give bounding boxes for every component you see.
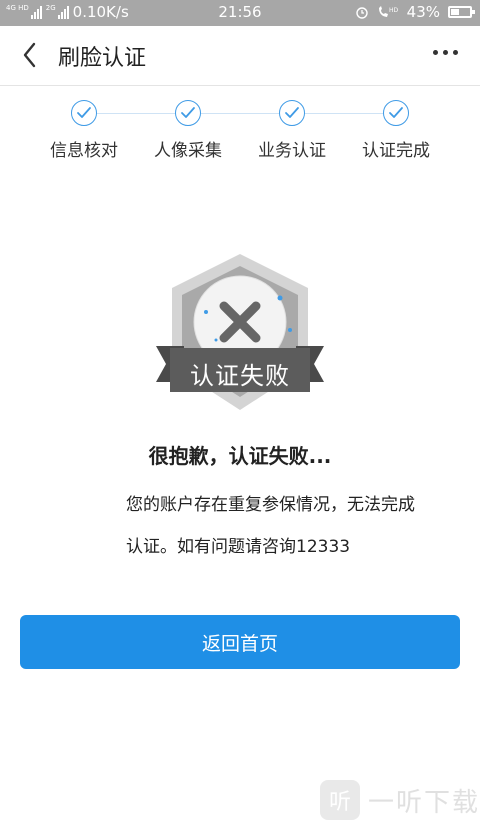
step-label: 人像采集	[154, 141, 222, 161]
chevron-left-icon	[23, 42, 36, 68]
watermark-text: 一听下载	[368, 787, 480, 818]
return-home-button[interactable]: 返回首页	[20, 615, 460, 669]
watermark: 听 一听下载	[320, 775, 480, 825]
check-icon	[71, 100, 97, 126]
step-item: 人像采集	[136, 98, 240, 161]
result-description: 您的账户存在重复参保情况，无法完成认证。如有问题请咨询12333	[126, 495, 415, 557]
more-horizontal-icon	[433, 50, 438, 55]
back-button[interactable]	[14, 38, 48, 72]
step-item: 业务认证	[240, 98, 344, 161]
nav-bar: 刷脸认证	[0, 26, 480, 86]
progress-steps: 信息核对 人像采集 业务认证 认证完成	[0, 98, 480, 168]
battery-icon	[448, 6, 475, 18]
battery-percent: 43%	[406, 3, 440, 21]
more-button[interactable]	[433, 50, 458, 55]
step-label: 业务认证	[258, 141, 326, 161]
check-icon	[279, 100, 305, 126]
step-label: 信息核对	[50, 141, 118, 161]
failure-badge: 认证失败	[140, 252, 340, 414]
result-title: 很抱歉，认证失败...	[148, 444, 332, 468]
check-icon	[175, 100, 201, 126]
page-title: 刷脸认证	[58, 46, 147, 71]
badge-label: 认证失败	[190, 362, 290, 390]
alarm-icon	[355, 7, 368, 19]
watermark-logo: 听	[320, 780, 360, 820]
check-icon	[383, 100, 409, 126]
status-right: HD 43%	[355, 3, 475, 21]
step-item: 信息核对	[32, 98, 136, 161]
svg-text:HD: HD	[389, 7, 399, 14]
status-bar: 4G HD 2G 0.10K/s 21:56 HD 43%	[0, 0, 480, 26]
step-item: 认证完成	[344, 98, 448, 161]
step-label: 认证完成	[362, 141, 430, 161]
hd-call-icon: HD	[378, 6, 399, 17]
